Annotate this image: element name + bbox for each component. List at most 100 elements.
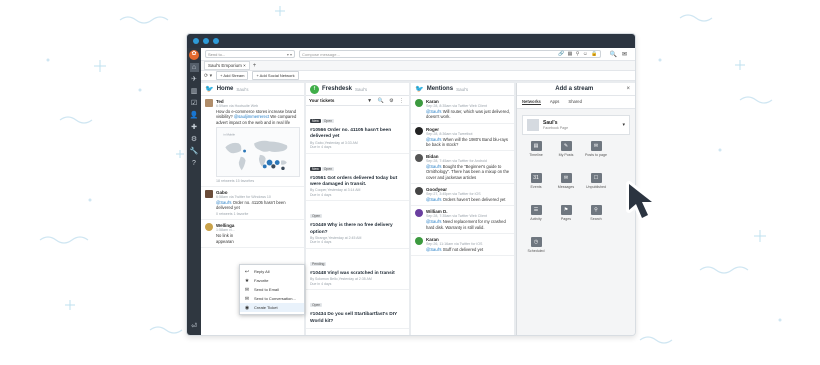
menu-item-icon: ✉: [244, 295, 250, 302]
ticket-item[interactable]: Open #10434 Do you sell Startibartfast's…: [306, 290, 409, 329]
menu-item-create-ticket[interactable]: ◉ Create Ticket: [240, 303, 304, 312]
mention-link[interactable]: @Saul's: [426, 109, 442, 114]
window-minimize-dot[interactable]: [203, 38, 209, 44]
ticket-title[interactable]: #10449 Why is there no free delivery opt…: [310, 223, 405, 236]
menu-item-favorite[interactable]: ★ Favorite: [240, 276, 304, 285]
stream-type-timeline[interactable]: ▤ Timeline: [523, 141, 549, 167]
stream-type-scheduled[interactable]: ◷ Scheduled: [523, 237, 549, 263]
avatar[interactable]: [205, 189, 213, 198]
mention-link[interactable]: @sauljimmerrerect: [234, 114, 269, 119]
add-social-network-button[interactable]: + Add Social Network: [252, 71, 299, 80]
menu-item-send-to-email[interactable]: ✉ Send to Email: [240, 285, 304, 294]
menu-item-send-to-conversation[interactable]: ✉ Send to Conversation...: [240, 294, 304, 303]
stream-type-messages[interactable]: ✉ Messages: [553, 173, 579, 199]
ticket-item[interactable]: New Open #10561 Got orders delivered toda…: [306, 154, 409, 202]
compose-tools-icons[interactable]: 🔗 ▦ ⚲ ☺ 🔒: [558, 51, 601, 57]
stream-type-unpublished[interactable]: ☐ Unpublished: [583, 173, 609, 199]
tab-apps[interactable]: Apps: [550, 99, 560, 105]
add-tab-button[interactable]: +: [253, 63, 257, 69]
stream-type-my-posts[interactable]: ✎ My Posts: [553, 141, 579, 167]
contacts-icon[interactable]: 👤: [190, 111, 199, 120]
stream-type-icon: ☐: [590, 173, 602, 183]
ticket-item[interactable]: Open #10449 Why is there no free deliver…: [306, 201, 409, 249]
tab-networks[interactable]: Networks: [522, 99, 541, 105]
ticket-title[interactable]: #10561 Got orders delivered today but we…: [310, 176, 405, 189]
stream-type-label: Messages: [557, 185, 575, 189]
mention-tweet[interactable]: Goodyear Sep 27, 3:45pm via Twitter for i…: [411, 184, 514, 207]
mention-tweet[interactable]: Karan Sep 26, 11:16am via Twitter for iOS…: [411, 234, 514, 257]
stream-type-icon: ✉: [560, 173, 572, 183]
mention-tweet[interactable]: Roger Sep 28, 8:36am via Tweetbot @Saul's …: [411, 124, 514, 152]
mention-link[interactable]: @Saul's: [426, 164, 442, 169]
tweet[interactable]: Gabo 6:58am via Twitter for Windows 10 @…: [201, 187, 304, 221]
mention-tweet[interactable]: Karan Sep 28, 8:35am via Twitter Web Clie…: [411, 96, 514, 124]
tab-shared[interactable]: Shared: [568, 99, 582, 105]
menu-item-reply-all[interactable]: ↩ Reply All: [240, 267, 304, 276]
avatar[interactable]: [205, 99, 213, 107]
help-icon[interactable]: ?: [190, 159, 199, 168]
avatar[interactable]: [415, 187, 423, 196]
tweet-text: @Saul's Stuff not delivered yet: [426, 246, 484, 252]
avatar[interactable]: [415, 154, 423, 163]
stream-type-search[interactable]: ⚲ Search: [583, 205, 609, 231]
mention-tweet[interactable]: William D. Sep 28, 7:35am via Twitter Web…: [411, 206, 514, 234]
tab-close-icon[interactable]: ×: [243, 63, 246, 68]
messages-icon[interactable]: ✉: [622, 51, 627, 58]
tweet-meta: Sep 27, 3:45pm via Twitter for iOS: [426, 192, 481, 197]
stream-type-posts-to-page[interactable]: ✉ Posts to page: [583, 141, 609, 167]
hootsuite-logo-icon[interactable]: ✿: [189, 50, 199, 60]
compose-message-input[interactable]: Compose message... 🔗 ▦ ⚲ ☺ 🔒: [299, 50, 602, 58]
tab-strip: Saul's Emporium × +: [201, 61, 635, 71]
status-badge: Open: [310, 214, 323, 219]
tab-sauls-emporium[interactable]: Saul's Emporium ×: [204, 61, 250, 70]
analytics-icon[interactable]: ▥: [190, 87, 199, 96]
mention-link[interactable]: @Saul's: [426, 137, 442, 142]
assignments-icon[interactable]: ☑: [190, 99, 199, 108]
stream-type-icon: ⚲: [590, 205, 602, 215]
mention-link[interactable]: @Saul's: [426, 197, 442, 202]
stream-type-pages[interactable]: ⚑ Pages: [553, 205, 579, 231]
apps-icon[interactable]: ✚: [190, 123, 199, 132]
ticket-title[interactable]: #10434 Do you sell Startibartfast's DIY …: [310, 312, 405, 325]
add-stream-button[interactable]: + Add Stream: [216, 71, 249, 80]
stream-type-label: Activity: [530, 217, 542, 221]
search-icon[interactable]: 🔍: [609, 51, 616, 58]
send-to-select[interactable]: Send to... ▾ ▾: [205, 50, 295, 58]
publisher-icon[interactable]: ✈: [190, 75, 199, 84]
mention-link[interactable]: @Saul's: [426, 219, 442, 224]
stream-owner: Saul's: [355, 86, 368, 92]
logout-icon[interactable]: ⏎: [190, 322, 199, 331]
ticket-item[interactable]: New Open #10566 Order no. 41105 hasn't be…: [306, 106, 409, 154]
tweet-meta: Sep 26, 11:16am via Twitter for iOS: [426, 241, 483, 246]
avatar[interactable]: [415, 99, 423, 107]
avatar[interactable]: [415, 236, 423, 245]
tools-icon[interactable]: 🔧: [190, 147, 199, 156]
mention-link[interactable]: @Saul's: [216, 200, 232, 205]
stream-type-events[interactable]: 31 Events: [523, 173, 549, 199]
world-map-image[interactable]: in Mobile: [216, 126, 300, 177]
tickets-toolbar: Your tickets ▼ 🔍 ⚙ ⋮: [306, 96, 409, 106]
mention-tweet[interactable]: Bidan Sep 28, 7:45am via Twitter for Andr…: [411, 151, 514, 185]
close-icon[interactable]: ×: [626, 86, 630, 92]
tweet[interactable]: Ted 6:59am via Hootsuite Web How do e-co…: [201, 96, 304, 187]
mention-link[interactable]: @Saul's: [426, 247, 442, 252]
home-icon[interactable]: ⌂: [189, 63, 199, 72]
window-close-dot[interactable]: [193, 38, 199, 44]
ticket-item[interactable]: Pending #10448 Vinyl was scratched in tr…: [306, 249, 409, 291]
avatar[interactable]: [415, 126, 423, 135]
stream-type-activity[interactable]: ☰ Activity: [523, 205, 549, 231]
profile-selector[interactable]: Saul's Facebook Page ▾: [522, 115, 630, 135]
title-bar: [187, 34, 635, 48]
avatar[interactable]: [415, 209, 423, 218]
window-maximize-dot[interactable]: [213, 38, 219, 44]
refresh-icon[interactable]: ⟳ ▾: [204, 73, 212, 79]
ticket-meta: By Cooper,Yesterday at 3:14 AM Due in 4 …: [310, 188, 361, 197]
stream-type-icon: ⚑: [560, 205, 572, 215]
stream-header: 🐦 Mentions Saul's: [411, 83, 514, 96]
menu-item-icon: ↩: [244, 268, 250, 275]
settings-icon[interactable]: ⚙: [190, 135, 199, 144]
ticket-tool-icons[interactable]: ▼ 🔍 ⚙ ⋮: [367, 98, 406, 104]
ticket-title[interactable]: #10566 Order no. 41105 hasn't been deliv…: [310, 128, 405, 141]
avatar[interactable]: [205, 223, 213, 232]
tweet[interactable]: Wellinga 1:58am vi... No link in appeara…: [201, 220, 304, 249]
